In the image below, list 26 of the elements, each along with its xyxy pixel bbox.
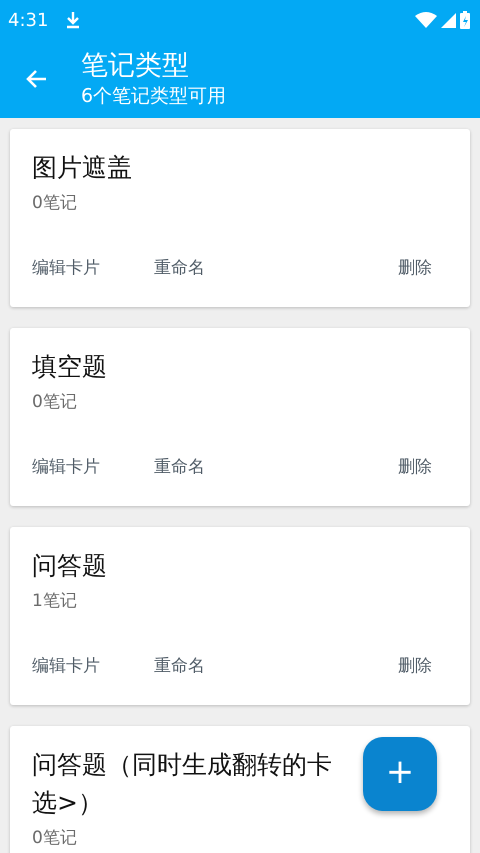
page-subtitle: 6个笔记类型可用 [81, 84, 226, 109]
card-action-link[interactable]: 编辑卡片 [32, 256, 100, 279]
note-count: 0笔记 [32, 827, 78, 850]
page-title: 笔记类型 [81, 49, 190, 83]
note-count: 0笔记 [32, 192, 78, 215]
status-time: 4:31 [8, 10, 48, 30]
card-action-link[interactable]: 删除 [398, 654, 432, 677]
download-icon [66, 11, 80, 29]
card-action-link[interactable]: 编辑卡片 [32, 455, 100, 478]
card-action-link[interactable]: 重命名 [154, 256, 205, 279]
battery-icon [460, 11, 470, 29]
note-type-title: 问答题（同时生成翻转的卡 [32, 749, 332, 781]
card-action-link[interactable]: 编辑卡片 [32, 654, 100, 677]
card-action-link[interactable]: 删除 [398, 256, 432, 279]
note-type-title: 选>） [32, 787, 103, 819]
note-type-title: 图片遮盖 [32, 152, 132, 184]
note-count: 0笔记 [32, 391, 78, 414]
add-button[interactable]: + [363, 737, 437, 811]
card-action-link[interactable]: 删除 [398, 455, 432, 478]
note-type-title: 填空题 [32, 351, 107, 383]
wifi-icon [415, 12, 437, 28]
signal-icon [441, 12, 456, 28]
card-action-link[interactable]: 重命名 [154, 455, 205, 478]
note-count: 1笔记 [32, 590, 78, 613]
note-type-title: 问答题 [32, 550, 107, 582]
card-action-link[interactable]: 重命名 [154, 654, 205, 677]
